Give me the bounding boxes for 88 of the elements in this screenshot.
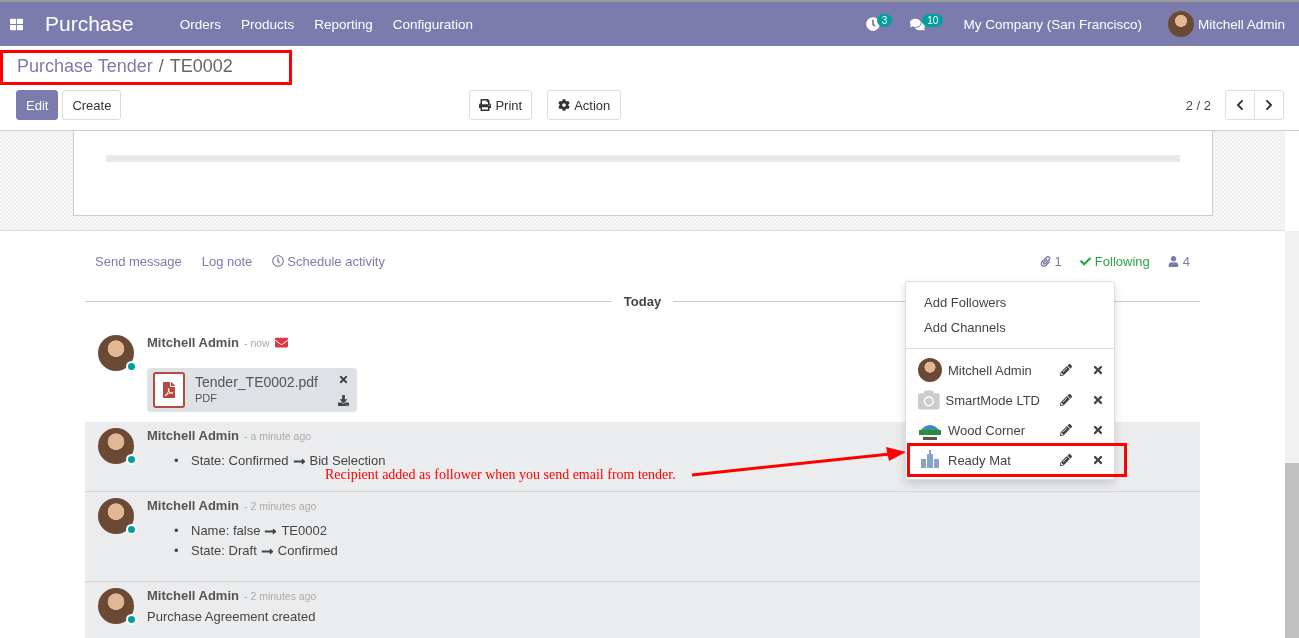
message-count-badge: 10	[922, 13, 944, 27]
new-value-text: Confirmed	[277, 543, 338, 559]
follower-name: Wood Corner	[948, 422, 1027, 438]
follower-row[interactable]: Mitchell Admin	[906, 355, 1114, 385]
menu-item[interactable]: Reporting	[314, 16, 373, 32]
edit-icon[interactable]	[1060, 454, 1072, 466]
author-name: Mitchell Admin	[147, 428, 239, 443]
camera-icon	[918, 389, 940, 411]
remove-icon[interactable]	[1092, 394, 1104, 406]
remove-icon[interactable]	[1092, 364, 1104, 376]
breadcrumb-link[interactable]: Purchase Tender	[17, 56, 153, 77]
print-button[interactable]: Print	[469, 90, 533, 120]
online-status-icon	[126, 524, 137, 535]
edit-button[interactable]: Edit	[16, 90, 59, 120]
followers-button[interactable]: 4	[1167, 253, 1190, 269]
breadcrumb-current: TE0002	[169, 56, 233, 77]
messages-icon[interactable]	[910, 16, 926, 32]
old-value-text: State: Draft	[191, 543, 257, 559]
next-button[interactable]	[1254, 90, 1284, 120]
file-type: PDF	[195, 392, 218, 404]
dropdown-item[interactable]: Add Channels	[906, 315, 1114, 340]
bullet: •	[174, 523, 180, 539]
online-status-icon	[126, 454, 137, 465]
apps-menu-icon[interactable]	[10, 17, 23, 31]
online-status-icon	[126, 614, 137, 625]
chevron-left-icon	[1234, 99, 1246, 111]
old-value-text: State: Confirmed	[191, 453, 289, 469]
remove-icon[interactable]	[1092, 454, 1104, 466]
previous-button[interactable]	[1225, 90, 1255, 120]
pager-value: 2 / 2	[1185, 97, 1211, 113]
send-message-link[interactable]: Send message	[95, 253, 182, 269]
menu-item[interactable]: Configuration	[392, 16, 474, 32]
message-text: Purchase Agreement created	[147, 609, 317, 624]
menu-item[interactable]: Orders	[179, 16, 221, 32]
edit-icon[interactable]	[1060, 364, 1072, 376]
activity-icon[interactable]	[865, 17, 880, 31]
company-name[interactable]: My Company (San Francisco)	[963, 16, 1142, 32]
avatar	[918, 358, 942, 382]
follower-row[interactable]: SmartMode LTD	[906, 385, 1114, 415]
following-button[interactable]: Following	[1079, 253, 1150, 269]
user-icon	[1167, 255, 1179, 267]
bullet: •	[174, 453, 180, 469]
create-button[interactable]: Create	[62, 90, 122, 120]
follower-row[interactable]: Ready Mat	[909, 445, 1125, 475]
bullet: •	[174, 543, 180, 559]
author-name: Mitchell Admin	[147, 335, 239, 350]
user-avatar[interactable]	[1167, 11, 1194, 37]
log-note-link[interactable]: Log note	[201, 253, 253, 269]
check-icon	[1079, 255, 1091, 267]
paperclip-icon	[1039, 255, 1051, 267]
follower-name: Mitchell Admin	[948, 362, 1033, 378]
new-value-text: TE0002	[281, 523, 327, 539]
file-name: Tender_TE0002.pdf	[195, 374, 318, 390]
message-time: - a minute ago	[243, 429, 312, 442]
pdf-file-icon	[153, 372, 185, 408]
old-value-text: Name: false	[191, 523, 261, 539]
attachments-button[interactable]: 1	[1039, 253, 1062, 269]
clock-icon	[272, 255, 285, 267]
author-name: Mitchell Admin	[147, 498, 239, 513]
date-separator: Today	[622, 293, 663, 309]
close-icon[interactable]	[338, 374, 349, 385]
action-button[interactable]: Action	[547, 90, 622, 120]
dropdown-item[interactable]: Add Followers	[906, 290, 1114, 315]
attachment-card[interactable]: Tender_TE0002.pdf PDF	[147, 368, 357, 412]
online-status-icon	[126, 361, 137, 372]
message-time: - now	[243, 336, 270, 349]
print-icon	[479, 99, 492, 111]
author-name: Mitchell Admin	[147, 588, 239, 603]
edit-icon[interactable]	[1060, 424, 1072, 436]
edit-icon[interactable]	[1060, 394, 1072, 406]
menu-item[interactable]: Products	[241, 16, 295, 32]
follower-name: Ready Mat	[948, 452, 1012, 468]
settings-icon	[558, 99, 571, 111]
user-name[interactable]: Mitchell Admin	[1197, 16, 1285, 32]
chevron-right-icon	[1263, 99, 1275, 111]
activity-count-badge: 3	[876, 13, 893, 27]
breadcrumb-separator: /	[158, 56, 164, 77]
app-name: Purchase	[45, 12, 134, 36]
download-icon[interactable]	[338, 395, 349, 406]
follower-name: SmartMode LTD	[945, 392, 1040, 408]
follower-row[interactable]: Wood Corner	[906, 415, 1114, 445]
remove-icon[interactable]	[1092, 424, 1104, 436]
new-value-text: Bid Selection	[309, 453, 386, 469]
schedule-activity-link[interactable]: Schedule activity	[272, 253, 385, 269]
message-time: - 2 minutes ago	[243, 589, 317, 602]
annotation-text: Recipient added as follower when you send email from tender.	[325, 467, 676, 483]
scrollbar[interactable]	[1285, 231, 1299, 638]
message-time: - 2 minutes ago	[243, 499, 317, 512]
